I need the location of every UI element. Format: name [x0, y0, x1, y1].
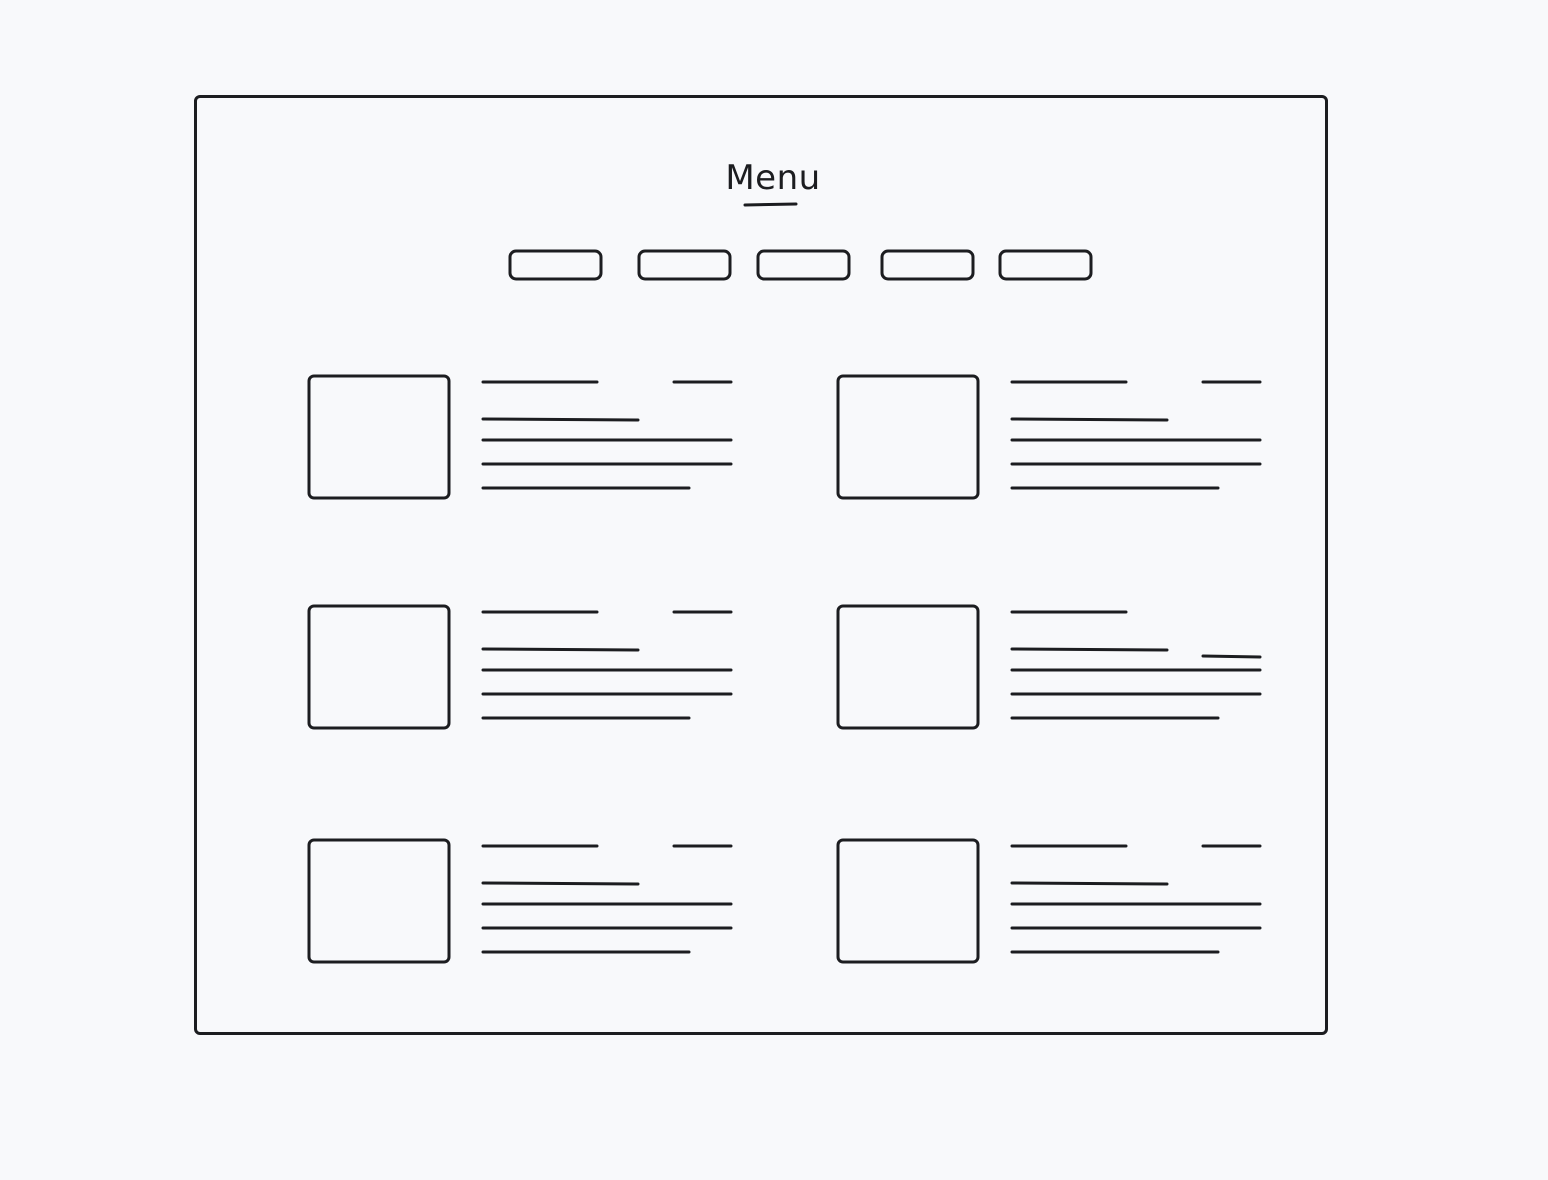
page-title: Menu: [725, 158, 821, 198]
page-frame: [194, 95, 1328, 1035]
